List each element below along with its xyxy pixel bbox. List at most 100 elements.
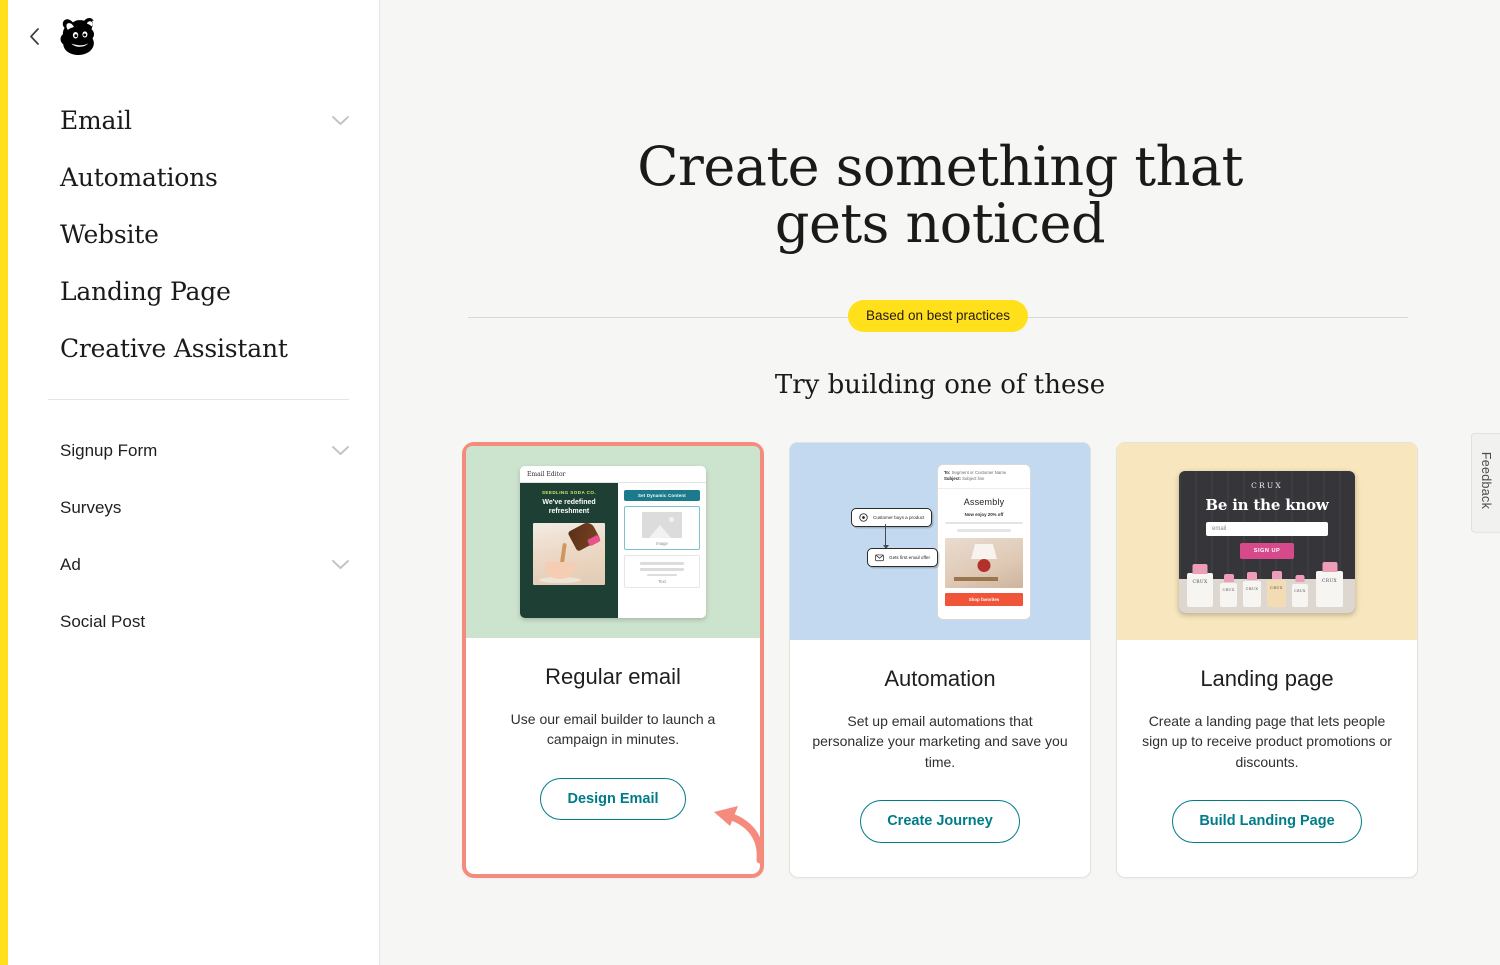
sidebar-item-email[interactable]: Email	[8, 92, 379, 149]
card-title: Landing page	[1200, 666, 1334, 692]
bottle-label: CRUX	[1222, 588, 1235, 593]
bottle-label: CRUX	[1321, 578, 1338, 584]
product-bottle: CRUX	[1267, 570, 1286, 607]
bottle-cap	[1192, 563, 1208, 574]
card-landing-page[interactable]: CRUX Be in the know email SIGN UP CRUX C…	[1116, 442, 1418, 878]
feedback-tab[interactable]: Feedback	[1471, 432, 1500, 534]
mock-subject-label: Subject:	[944, 476, 961, 482]
sidebar-item-label: Landing Page	[60, 277, 231, 306]
mock-email-preview: To: Segment or Customer Name Subject: Su…	[937, 463, 1031, 620]
sidebar-item-label: Social Post	[60, 612, 146, 631]
journey-node-action: Gets first email offer	[867, 547, 939, 567]
product-bottle: CRUX	[1187, 563, 1213, 607]
sidebar-primary-nav: Email Automations Website Landing Page C…	[8, 92, 379, 377]
card-grid: Email Editor SEEDLING SODA CO. We've red…	[380, 442, 1500, 878]
sidebar-header	[8, 0, 379, 72]
mock-subject-value: Subject line	[962, 476, 985, 482]
card-regular-email[interactable]: Email Editor SEEDLING SODA CO. We've red…	[462, 442, 764, 878]
card-body: Landing page Create a landing page that …	[1117, 640, 1417, 876]
card-description: Set up email automations that personaliz…	[812, 712, 1068, 770]
mock-email-input: email	[1206, 521, 1328, 536]
mock-email-header: To: Segment or Customer Name Subject: Su…	[938, 465, 1030, 489]
sidebar-item-website[interactable]: Website	[8, 206, 379, 263]
image-block: Image	[624, 506, 700, 551]
best-practices-badge: Based on best practices	[847, 300, 1029, 332]
section-subtitle: Try building one of these	[774, 370, 1106, 401]
sidebar-item-landing-page[interactable]: Landing Page	[8, 263, 379, 320]
chevron-left-icon	[29, 27, 40, 45]
page-title-line-1: Create something that	[637, 135, 1243, 198]
mock-product-photo	[533, 522, 605, 585]
product-bottle: CRUX	[1243, 571, 1261, 607]
automation-mock: To: Segment or Customer Name Subject: Su…	[847, 462, 1033, 622]
bottle-label: CRUX	[1192, 580, 1208, 586]
card-description: Create a landing page that lets people s…	[1142, 712, 1392, 770]
image-placeholder-icon	[642, 512, 682, 539]
brand-accent-stripe	[0, 0, 8, 965]
card-body: Regular email Use our email builder to l…	[466, 638, 760, 854]
mock-to-value: Segment or Customer Name	[951, 469, 1007, 475]
sidebar-item-label: Automations	[60, 163, 218, 192]
editor-body: SEEDLING SODA CO. We've redefined refres…	[520, 483, 706, 619]
design-email-button[interactable]: Design Email	[540, 777, 686, 821]
sidebar-item-label: Email	[60, 106, 132, 135]
mock-email-body: Assembly Now enjoy 20% off Shop favorite…	[938, 489, 1030, 607]
create-journey-button[interactable]: Create Journey	[860, 800, 1020, 843]
card-thumbnail-automation: To: Segment or Customer Name Subject: Su…	[790, 443, 1090, 641]
card-automation[interactable]: To: Segment or Customer Name Subject: Su…	[789, 442, 1091, 878]
mock-to-label: To:	[944, 469, 951, 475]
chevron-down-icon[interactable]	[332, 115, 349, 126]
set-dynamic-content-button: Set Dynamic Content	[624, 490, 700, 502]
sidebar-item-label: Ad	[60, 555, 81, 574]
mock-headline: Be in the know	[1205, 495, 1329, 514]
card-title: Regular email	[545, 664, 681, 690]
chevron-down-icon[interactable]	[332, 445, 349, 456]
bottle-cap	[1295, 574, 1305, 582]
bottle-label: CRUX	[1245, 586, 1259, 591]
sidebar-item-label: Website	[60, 220, 159, 249]
sidebar-item-surveys[interactable]: Surveys	[8, 479, 379, 536]
mock-brand-name: Assembly	[963, 496, 1005, 507]
editor-title-bar: Email Editor	[520, 466, 706, 484]
card-thumbnail-regular-email: Email Editor SEEDLING SODA CO. We've red…	[466, 446, 760, 639]
sidebar-item-label: Surveys	[60, 498, 122, 517]
build-landing-page-button[interactable]: Build Landing Page	[1172, 800, 1362, 843]
feedback-label: Feedback	[1479, 451, 1493, 510]
mock-subject-line: Subject: Subject line	[944, 476, 1024, 482]
text-block: Text	[624, 555, 700, 589]
bottle-cap	[1223, 573, 1234, 582]
mock-lamp-photo	[945, 538, 1023, 589]
sidebar-item-label: Creative Assistant	[60, 334, 288, 363]
sidebar-secondary-nav: Signup Form Surveys Ad Social Post	[8, 422, 379, 650]
editor-preview-pane: SEEDLING SODA CO. We've redefined refres…	[520, 483, 618, 619]
sidebar-item-signup-form[interactable]: Signup Form	[8, 422, 379, 479]
sidebar-item-label: Signup Form	[60, 441, 158, 460]
sidebar-item-automations[interactable]: Automations	[8, 149, 379, 206]
card-body: Automation Set up email automations that…	[790, 640, 1090, 876]
page-title-line-2: gets noticed	[774, 192, 1106, 256]
target-icon	[859, 513, 868, 522]
mock-brand-name: SEEDLING SODA CO.	[541, 490, 597, 496]
chevron-down-icon[interactable]	[332, 559, 349, 570]
sidebar-item-creative-assistant[interactable]: Creative Assistant	[8, 320, 379, 377]
journey-node-label: Gets first email offer	[889, 554, 931, 560]
collapse-sidebar-button[interactable]	[24, 26, 44, 46]
product-bottle: CRUX	[1220, 573, 1237, 607]
sidebar-item-social-post[interactable]: Social Post	[8, 593, 379, 650]
landing-page-mock: CRUX Be in the know email SIGN UP CRUX C…	[1179, 470, 1355, 613]
sidebar-item-ad[interactable]: Ad	[8, 536, 379, 593]
bottle-label: CRUX	[1270, 585, 1283, 590]
card-description: Use our email builder to launch a campai…	[510, 710, 716, 748]
card-title: Automation	[884, 666, 996, 692]
lamp-base-shape	[977, 559, 991, 573]
table-shape	[954, 577, 999, 582]
mock-brand-name: CRUX	[1251, 480, 1283, 490]
mock-offer-text: Now enjoy 20% off	[964, 511, 1004, 517]
mock-headline: We've redefined refreshment	[542, 499, 596, 516]
mailchimp-freddie-icon[interactable]	[56, 11, 106, 61]
main-content: Create something that gets noticed Based…	[380, 0, 1500, 965]
product-bottle: CRUX	[1316, 561, 1343, 607]
card-thumbnail-landing-page: CRUX Be in the know email SIGN UP CRUX C…	[1117, 443, 1417, 641]
product-bottle: CRUX	[1292, 574, 1308, 607]
hero-divider-row: Based on best practices	[468, 300, 1408, 334]
